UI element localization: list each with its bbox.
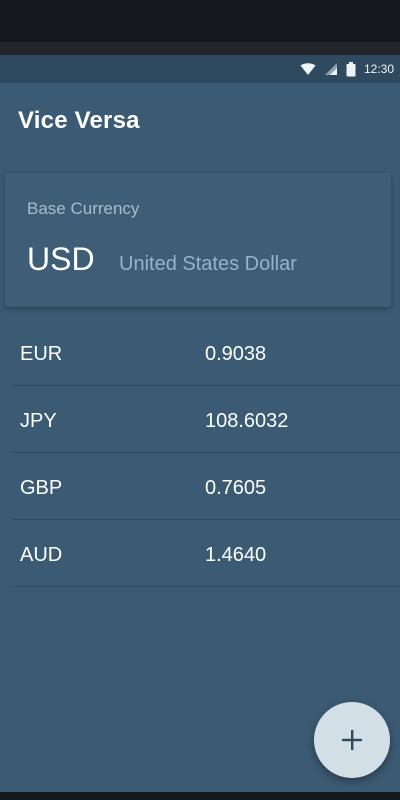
device-frame-bottom <box>0 792 400 800</box>
status-bar: 12:30 <box>0 55 400 83</box>
rate-value: 1.4640 <box>205 544 267 566</box>
rate-row-gbp[interactable]: GBP 0.7605 <box>12 453 400 520</box>
add-currency-button[interactable] <box>314 702 390 778</box>
rate-code: JPY <box>20 410 57 432</box>
app-bar: Vice Versa <box>0 83 400 161</box>
rate-value: 108.6032 <box>205 410 289 432</box>
rate-code: GBP <box>20 477 63 499</box>
rate-row-eur[interactable]: EUR 0.9038 <box>12 319 400 386</box>
wifi-icon <box>300 62 316 76</box>
signal-icon <box>324 62 338 76</box>
rate-value: 0.9038 <box>205 343 267 365</box>
base-currency-card[interactable]: Base Currency USD United States Dollar <box>5 173 391 307</box>
base-currency-label: Base Currency <box>27 199 140 218</box>
app-title: Vice Versa <box>18 107 140 134</box>
base-currency-code: USD <box>27 241 95 277</box>
rate-row-jpy[interactable]: JPY 108.6032 <box>12 386 400 453</box>
rate-value: 0.7605 <box>205 477 267 499</box>
device-frame-gap <box>0 42 400 55</box>
rate-code: EUR <box>20 343 63 365</box>
base-currency-name: United States Dollar <box>119 253 297 275</box>
app-screen: 12:30 Vice Versa Base Currency USD Unite… <box>0 55 400 792</box>
rates-list: EUR 0.9038 JPY 108.6032 GBP 0.7605 AUD 1… <box>12 319 400 587</box>
status-time: 12:30 <box>363 62 394 76</box>
rate-row-aud[interactable]: AUD 1.4640 <box>12 520 400 587</box>
battery-icon <box>346 61 356 77</box>
plus-icon <box>340 728 364 752</box>
rate-code: AUD <box>20 544 63 566</box>
device-frame-top <box>0 0 400 42</box>
status-icons: 12:30 <box>300 61 394 77</box>
